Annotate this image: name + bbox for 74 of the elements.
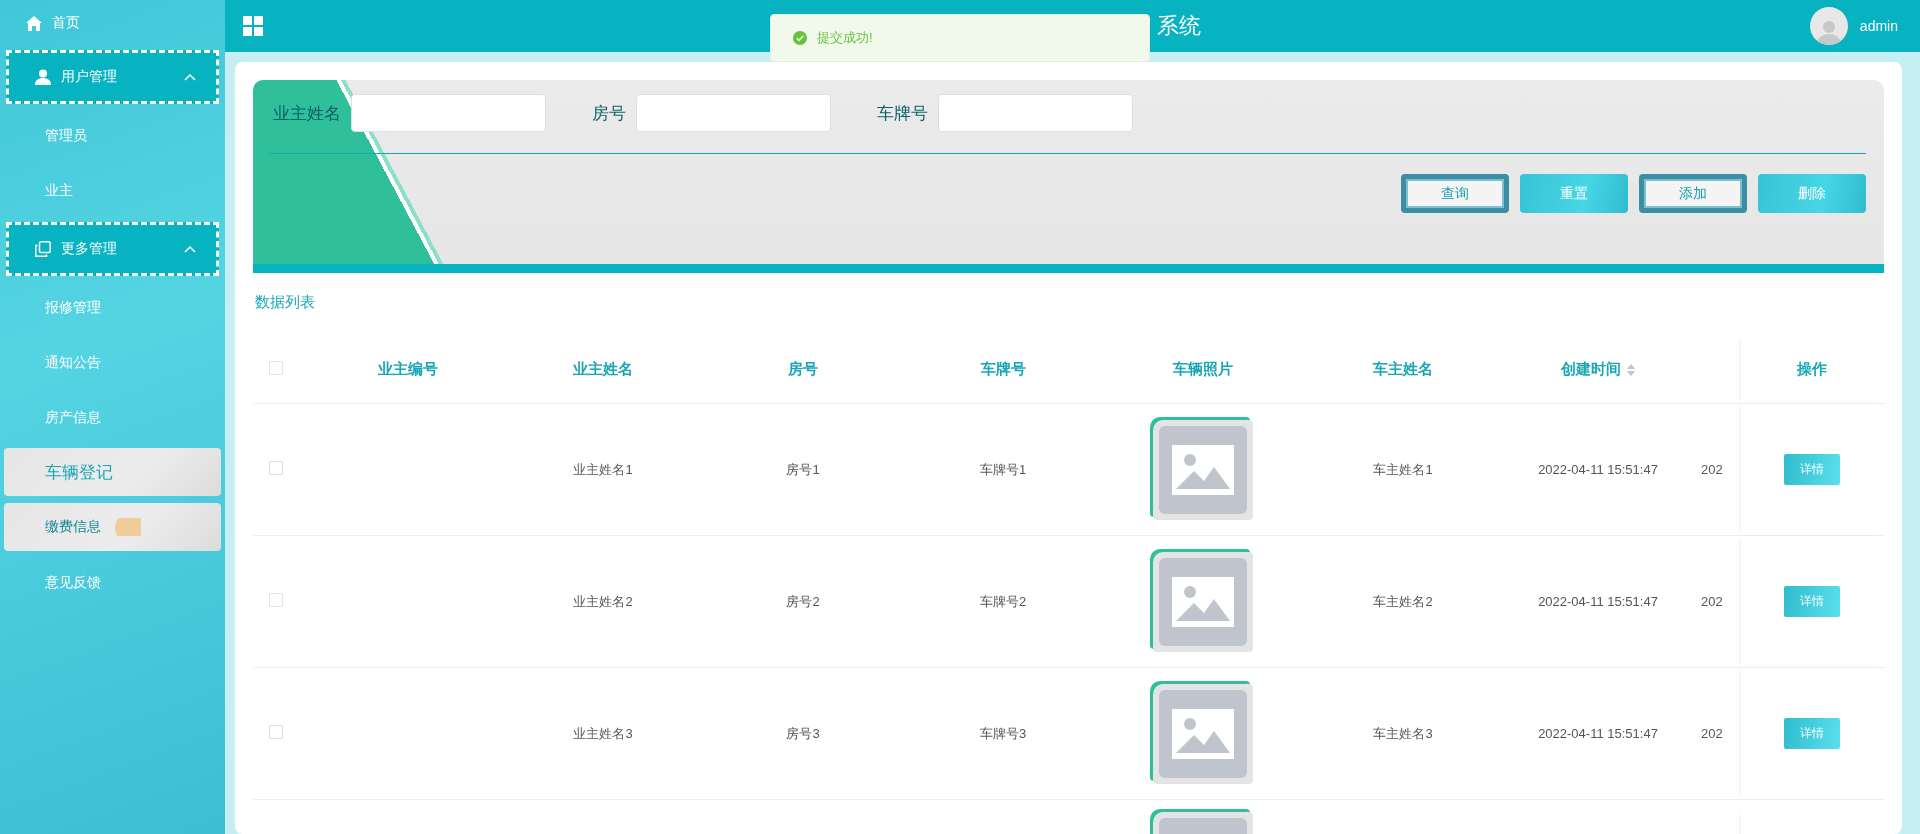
avatar[interactable] xyxy=(1809,7,1848,45)
column-header: 房号 xyxy=(788,360,818,379)
chevron-up-icon xyxy=(184,245,196,253)
table-cell-text: 2022-04-11 15:51:47 xyxy=(1537,594,1659,609)
username[interactable]: admin xyxy=(1859,18,1898,34)
home-icon xyxy=(26,15,42,31)
user-icon xyxy=(35,69,51,85)
checkbox[interactable] xyxy=(269,592,283,607)
field-label: 车牌号 xyxy=(877,102,928,125)
action-button[interactable]: 重置 xyxy=(1520,174,1628,213)
list-title: 数据列表 xyxy=(255,293,316,312)
check-circle-icon xyxy=(793,31,807,45)
checkbox[interactable] xyxy=(269,360,283,375)
sort-icon[interactable] xyxy=(1627,363,1635,376)
menu-item[interactable]: 意见反馈 xyxy=(4,555,221,610)
image-icon xyxy=(1172,708,1234,759)
action-button[interactable]: 删除 xyxy=(1758,174,1866,213)
column-header: 车主姓名 xyxy=(1373,360,1433,379)
action-button[interactable]: 添加 xyxy=(1639,174,1747,213)
menu-group-header[interactable]: 用户管理 xyxy=(6,50,219,104)
column-header: 业主编号 xyxy=(378,360,438,379)
image-icon xyxy=(1172,576,1234,627)
table-cell-text: 2022-04-11 15:51:47 xyxy=(1537,462,1659,477)
table-cell-text: 车主姓名2 xyxy=(1372,592,1434,611)
chevron-up-icon xyxy=(184,73,196,81)
checkbox[interactable] xyxy=(269,724,283,739)
menu-item[interactable]: 房产信息 xyxy=(4,390,221,445)
table-cell-text: 业主姓名3 xyxy=(572,724,634,743)
column-header: 业主姓名 xyxy=(573,360,633,379)
menu-group-label: 更多管理 xyxy=(61,240,118,258)
table-cell-text: 2022-04-11 15:51:47 xyxy=(1537,726,1659,741)
detail-button[interactable]: 详情 xyxy=(1784,454,1840,485)
table-cell-text: 车牌号3 xyxy=(978,724,1028,743)
menu-item[interactable]: 通知公告 xyxy=(4,335,221,390)
field-label: 业主姓名 xyxy=(273,102,341,125)
checkbox[interactable] xyxy=(269,460,283,475)
column-header: 操作 xyxy=(1741,336,1883,403)
grid-menu-icon[interactable] xyxy=(243,16,263,36)
table-cell-text: 202 xyxy=(1700,594,1724,609)
menu-item[interactable]: 管理员 xyxy=(4,108,221,163)
menu-item[interactable]: 车辆登记 xyxy=(4,448,221,496)
detail-button[interactable]: 详情 xyxy=(1784,586,1840,617)
table-cell-text: 车牌号1 xyxy=(978,460,1028,479)
user-silhouette-icon xyxy=(1816,19,1841,45)
input-field[interactable] xyxy=(636,94,831,132)
table-cell-text: 业主姓名1 xyxy=(572,460,634,479)
column-header: 车辆照片 xyxy=(1173,360,1233,379)
table-cell-text: 房号3 xyxy=(785,724,821,743)
image-icon xyxy=(1172,444,1234,495)
home-menu-item[interactable]: 首页 xyxy=(4,0,221,46)
table-cell-text: 房号2 xyxy=(785,592,821,611)
toast-message: 提交成功! xyxy=(817,29,873,47)
table-cell-text: 202 xyxy=(1700,462,1724,477)
input-field[interactable] xyxy=(351,94,546,132)
column-header: 车牌号 xyxy=(980,360,1026,379)
menu-group-label: 用户管理 xyxy=(61,68,118,86)
table-cell-text: 车主姓名1 xyxy=(1372,460,1434,479)
table-cell-text: 房号1 xyxy=(785,460,821,479)
app-title: 系统 xyxy=(1157,12,1201,40)
action-button[interactable]: 查询 xyxy=(1401,174,1509,213)
menu-item[interactable]: 缴费信息 xyxy=(4,503,221,551)
copy-icon xyxy=(35,241,51,257)
menu-item[interactable]: 业主 xyxy=(4,163,221,218)
detail-button[interactable]: 详情 xyxy=(1784,718,1840,749)
input-field[interactable] xyxy=(938,94,1133,132)
menu-label: 首页 xyxy=(52,14,80,32)
table-cell-text: 车牌号2 xyxy=(978,592,1028,611)
table-cell-text: 202 xyxy=(1700,726,1724,741)
table-cell-text: 车主姓名3 xyxy=(1372,724,1434,743)
table-cell-text: 业主姓名2 xyxy=(572,592,634,611)
menu-item[interactable]: 报修管理 xyxy=(4,280,221,335)
menu-group-header[interactable]: 更多管理 xyxy=(6,222,219,276)
column-header: 创建时间 xyxy=(1561,360,1621,379)
field-label: 房号 xyxy=(592,102,626,125)
